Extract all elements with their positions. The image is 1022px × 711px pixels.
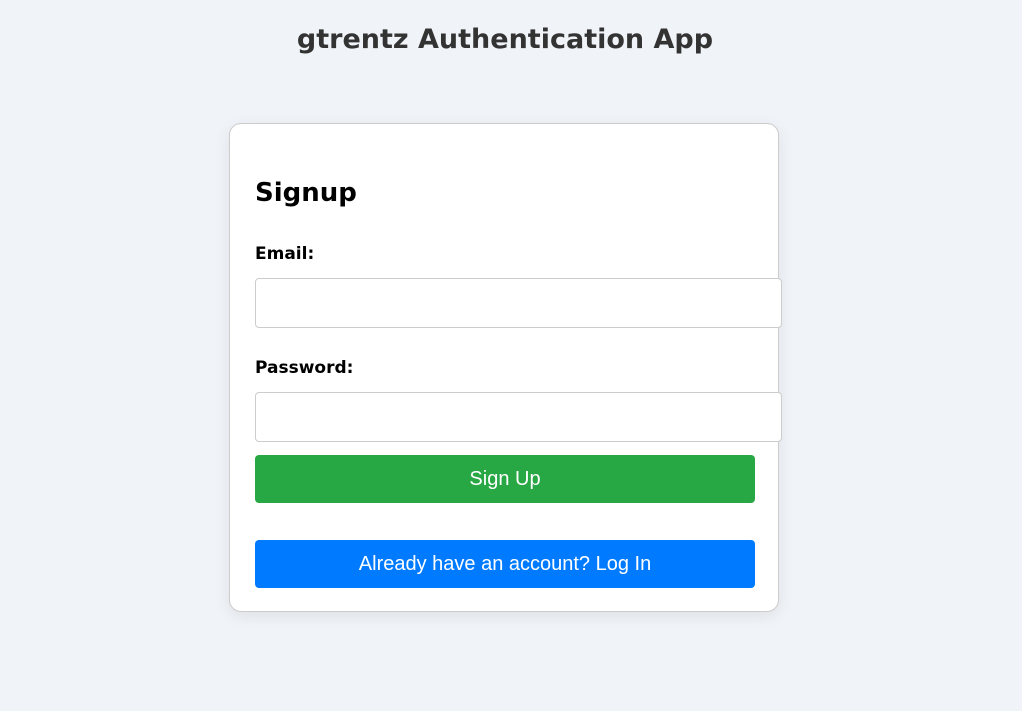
form-heading: Signup: [255, 178, 357, 208]
email-input[interactable]: [255, 278, 782, 328]
signup-card: Signup Email: Password: Sign Up Already …: [229, 123, 782, 612]
password-label: Password:: [255, 358, 354, 378]
login-button[interactable]: Already have an account? Log In: [255, 540, 755, 588]
password-input[interactable]: [255, 392, 782, 442]
signup-button[interactable]: Sign Up: [255, 455, 755, 503]
app-title: gtrentz Authentication App: [296, 24, 714, 55]
email-label: Email:: [255, 244, 315, 264]
